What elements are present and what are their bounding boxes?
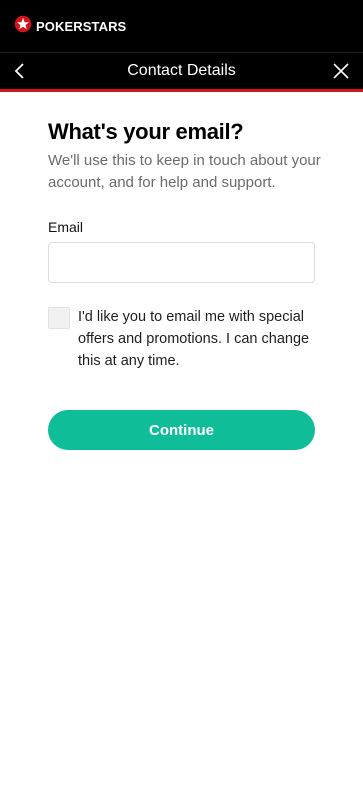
close-icon	[333, 63, 349, 79]
chevron-left-icon	[14, 63, 24, 79]
back-button[interactable]	[8, 59, 32, 83]
marketing-consent-checkbox[interactable]	[48, 307, 70, 329]
email-label: Email	[48, 219, 84, 235]
close-button[interactable]	[329, 59, 353, 83]
title-bar: Contact Details	[0, 52, 363, 89]
brand-logo[interactable]: POKERSTARS	[14, 15, 127, 38]
brand-bar: POKERSTARS	[0, 0, 363, 52]
accent-divider	[0, 89, 363, 92]
continue-button[interactable]: Continue	[48, 410, 315, 450]
form-heading: What's your email?	[48, 119, 244, 144]
form-description: We'll use this to keep in touch about yo…	[48, 152, 321, 191]
page-title: Contact Details	[127, 62, 236, 79]
pokerstars-star-icon	[14, 15, 32, 38]
marketing-consent-label[interactable]: I'd like you to email me with special of…	[78, 306, 323, 372]
brand-name: POKERSTARS	[36, 18, 127, 34]
email-input[interactable]	[48, 242, 315, 283]
